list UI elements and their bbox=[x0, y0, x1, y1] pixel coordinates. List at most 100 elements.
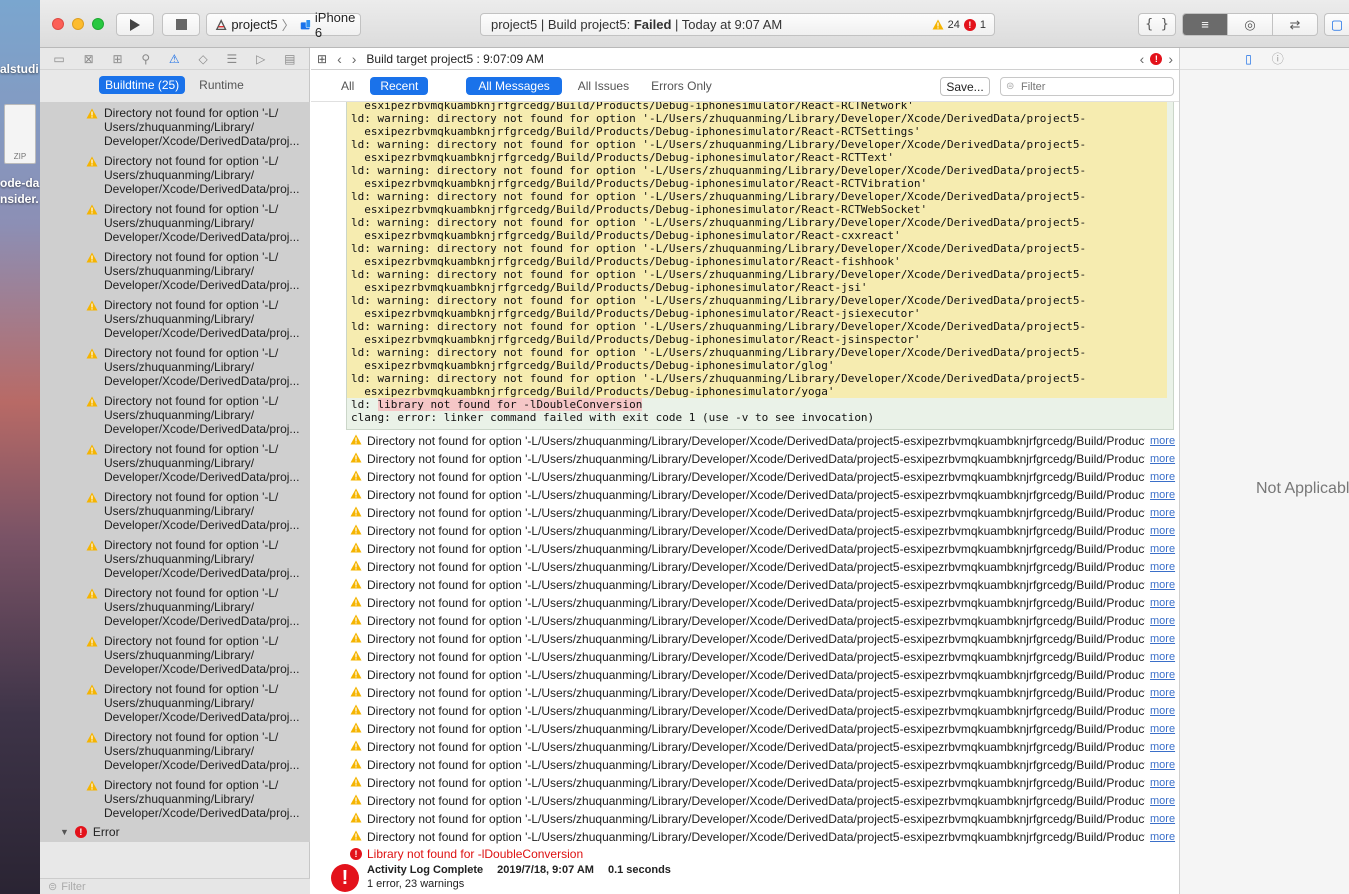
more-link[interactable]: more bbox=[1150, 525, 1175, 537]
more-link[interactable]: more bbox=[1150, 435, 1175, 447]
issue-navigator-icon[interactable]: ⚠ bbox=[169, 52, 180, 66]
more-link[interactable]: more bbox=[1150, 651, 1175, 663]
issue-row[interactable]: Directory not found for option '-L/Users… bbox=[346, 504, 1176, 522]
zoom-window-button[interactable] bbox=[92, 18, 104, 30]
issue-row[interactable]: Directory not found for option '-L/Users… bbox=[346, 522, 1176, 540]
jump-bar-title[interactable]: Build target project5 : 9:07:09 AM bbox=[366, 52, 543, 66]
more-link[interactable]: more bbox=[1150, 687, 1175, 699]
issue-list-item[interactable]: Directory not found for option '-L/Users… bbox=[40, 150, 310, 198]
more-link[interactable]: more bbox=[1150, 759, 1175, 771]
issue-list-item[interactable]: Directory not found for option '-L/Users… bbox=[40, 630, 310, 678]
issue-row[interactable]: Directory not found for option '-L/Users… bbox=[346, 810, 1176, 828]
tab-all-issues[interactable]: All Issues bbox=[572, 77, 635, 95]
issue-row[interactable]: Directory not found for option '-L/Users… bbox=[346, 594, 1176, 612]
navigator-filter-input[interactable]: Filter bbox=[61, 881, 85, 893]
assistant-editor-icon[interactable]: ◎ bbox=[1228, 14, 1273, 35]
tab-runtime[interactable]: Runtime bbox=[193, 76, 250, 94]
standard-editor-icon[interactable]: ≡ bbox=[1183, 14, 1228, 35]
back-icon[interactable]: ‹ bbox=[337, 51, 342, 67]
more-link[interactable]: more bbox=[1150, 777, 1175, 789]
breakpoint-icon[interactable]: ▷ bbox=[256, 52, 265, 66]
save-button[interactable]: Save... bbox=[940, 77, 990, 96]
issue-row[interactable]: Directory not found for option '-L/Users… bbox=[346, 792, 1176, 810]
issue-list-item[interactable]: Directory not found for option '-L/Users… bbox=[40, 390, 310, 438]
more-link[interactable]: more bbox=[1150, 705, 1175, 717]
report-icon[interactable]: ▤ bbox=[284, 52, 295, 66]
debug-icon[interactable]: ☰ bbox=[227, 52, 238, 66]
issue-row[interactable]: Directory not found for option '-L/Users… bbox=[346, 720, 1176, 738]
version-editor-icon[interactable]: ⇄ bbox=[1273, 14, 1317, 35]
more-link[interactable]: more bbox=[1150, 561, 1175, 573]
code-review-button[interactable]: { } bbox=[1138, 13, 1176, 36]
disclosure-triangle-icon[interactable]: ▼ bbox=[60, 827, 69, 837]
issue-row[interactable]: Directory not found for option '-L/Users… bbox=[346, 486, 1176, 504]
more-link[interactable]: more bbox=[1150, 507, 1175, 519]
issue-list-item[interactable]: Directory not found for option '-L/Users… bbox=[40, 438, 310, 486]
tab-all[interactable]: All bbox=[335, 77, 360, 95]
more-link[interactable]: more bbox=[1150, 741, 1175, 753]
more-link[interactable]: more bbox=[1150, 489, 1175, 501]
zip-file-icon[interactable]: ZIP bbox=[4, 104, 36, 164]
more-link[interactable]: more bbox=[1150, 633, 1175, 645]
issue-list-item[interactable]: Directory not found for option '-L/Users… bbox=[40, 294, 310, 342]
issue-row[interactable]: Directory not found for option '-L/Users… bbox=[346, 756, 1176, 774]
log-filter-input[interactable] bbox=[1000, 77, 1174, 96]
help-icon[interactable]: ⓘ bbox=[1272, 50, 1284, 67]
folder-icon[interactable]: ▭ bbox=[53, 52, 64, 66]
issue-row[interactable]: Directory not found for option '-L/Users… bbox=[346, 648, 1176, 666]
error-group-header[interactable]: ▼! Error bbox=[40, 822, 310, 842]
more-link[interactable]: more bbox=[1150, 615, 1175, 627]
issue-row[interactable]: Directory not found for option '-L/Users… bbox=[346, 540, 1176, 558]
more-link[interactable]: more bbox=[1150, 579, 1175, 591]
issue-row[interactable]: Directory not found for option '-L/Users… bbox=[346, 450, 1176, 468]
issue-row[interactable]: Directory not found for option '-L/Users… bbox=[346, 828, 1176, 846]
tab-all-messages[interactable]: All Messages bbox=[466, 76, 562, 95]
previous-issue-icon[interactable]: ‹ bbox=[1140, 51, 1145, 67]
issue-list-item[interactable]: Directory not found for option '-L/Users… bbox=[40, 534, 310, 582]
forward-icon[interactable]: › bbox=[352, 51, 357, 67]
more-link[interactable]: more bbox=[1150, 471, 1175, 483]
issue-list-item[interactable]: Directory not found for option '-L/Users… bbox=[40, 102, 310, 150]
stop-button[interactable] bbox=[162, 13, 200, 36]
more-link[interactable]: more bbox=[1150, 723, 1175, 735]
more-link[interactable]: more bbox=[1150, 831, 1175, 843]
source-control-icon[interactable]: ⊠ bbox=[84, 52, 94, 66]
issue-list-item[interactable]: Directory not found for option '-L/Users… bbox=[40, 774, 310, 822]
test-icon[interactable]: ◇ bbox=[199, 52, 208, 66]
grid-icon[interactable]: ⊞ bbox=[317, 52, 327, 66]
scheme-selector[interactable]: project5 〉 iPhone 6 bbox=[206, 10, 361, 40]
issue-row[interactable]: Directory not found for option '-L/Users… bbox=[346, 432, 1176, 450]
issue-row[interactable]: Directory not found for option '-L/Users… bbox=[346, 612, 1176, 630]
issue-row[interactable]: Directory not found for option '-L/Users… bbox=[346, 702, 1176, 720]
issue-row[interactable]: Directory not found for option '-L/Users… bbox=[346, 774, 1176, 792]
issue-list-item[interactable]: Directory not found for option '-L/Users… bbox=[40, 486, 310, 534]
issue-row[interactable]: Directory not found for option '-L/Users… bbox=[346, 666, 1176, 684]
issue-row[interactable]: Directory not found for option '-L/Users… bbox=[346, 630, 1176, 648]
issue-row[interactable]: Directory not found for option '-L/Users… bbox=[346, 738, 1176, 756]
issue-row[interactable]: Directory not found for option '-L/Users… bbox=[346, 468, 1176, 486]
tab-recent[interactable]: Recent bbox=[370, 76, 429, 95]
issue-row[interactable]: Directory not found for option '-L/Users… bbox=[346, 558, 1176, 576]
sidebar-toggle-icon[interactable]: ▢ bbox=[1324, 13, 1349, 36]
more-link[interactable]: more bbox=[1150, 543, 1175, 555]
file-inspector-icon[interactable]: ▯ bbox=[1245, 52, 1252, 66]
more-link[interactable]: more bbox=[1150, 813, 1175, 825]
issue-list-item[interactable]: Directory not found for option '-L/Users… bbox=[40, 726, 310, 774]
close-window-button[interactable] bbox=[52, 18, 64, 30]
issue-list-item[interactable]: Directory not found for option '-L/Users… bbox=[40, 582, 310, 630]
issue-list-item[interactable]: Directory not found for option '-L/Users… bbox=[40, 198, 310, 246]
minimize-window-button[interactable] bbox=[72, 18, 84, 30]
activity-view[interactable]: project5 | Build project5: Failed | Toda… bbox=[480, 13, 995, 36]
run-button[interactable] bbox=[116, 13, 154, 36]
more-link[interactable]: more bbox=[1150, 669, 1175, 681]
tab-errors-only[interactable]: Errors Only bbox=[645, 77, 718, 95]
more-link[interactable]: more bbox=[1150, 597, 1175, 609]
tab-buildtime[interactable]: Buildtime (25) bbox=[99, 76, 186, 94]
symbol-icon[interactable]: ⊞ bbox=[112, 52, 122, 66]
issue-list-item[interactable]: Directory not found for option '-L/Users… bbox=[40, 246, 310, 294]
next-issue-icon[interactable]: › bbox=[1168, 51, 1173, 67]
issue-row[interactable]: Directory not found for option '-L/Users… bbox=[346, 684, 1176, 702]
issue-row[interactable]: Directory not found for option '-L/Users… bbox=[346, 576, 1176, 594]
more-link[interactable]: more bbox=[1150, 795, 1175, 807]
more-link[interactable]: more bbox=[1150, 453, 1175, 465]
